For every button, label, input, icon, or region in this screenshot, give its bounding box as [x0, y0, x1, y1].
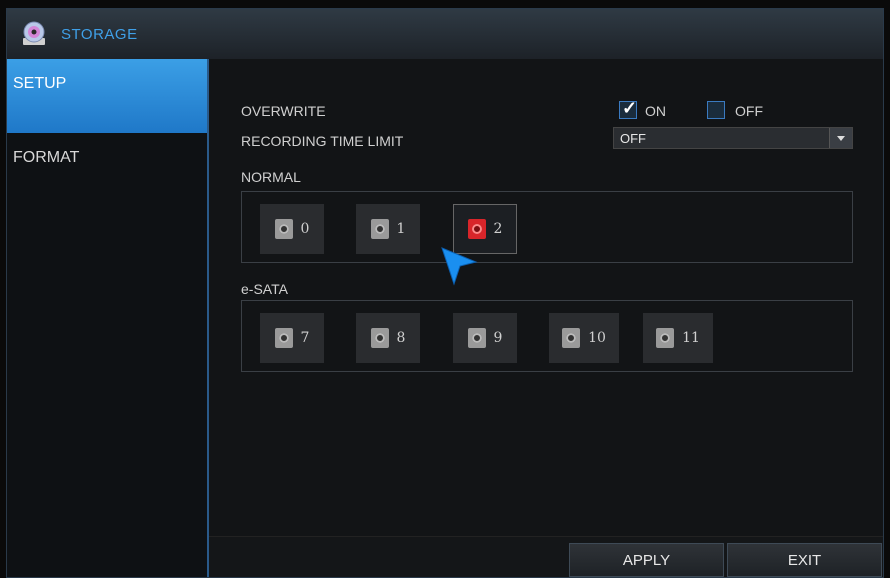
disk-10-button[interactable]: 10	[549, 313, 619, 363]
hdd-icon	[562, 328, 581, 348]
hdd-icon	[274, 328, 293, 348]
recording-time-limit-value: OFF	[620, 131, 646, 146]
disk-label: 9	[493, 330, 503, 346]
hdd-error-icon	[467, 219, 486, 239]
recording-time-limit-label: RECORDING TIME LIMIT	[241, 133, 404, 149]
overwrite-off-checkbox[interactable]	[707, 101, 725, 119]
sidebar-item-format[interactable]: FORMAT	[7, 133, 207, 207]
disk-8-button[interactable]: 8	[356, 313, 420, 363]
disk-label: 11	[682, 330, 700, 346]
overwrite-label: OVERWRITE	[241, 103, 326, 119]
storage-window: STORAGE SETUP FORMAT OVERWRITE ✓ ON OFF …	[6, 8, 884, 578]
sidebar: SETUP FORMAT	[7, 59, 209, 577]
overwrite-off-label: OFF	[735, 103, 763, 119]
disk-9-button[interactable]: 9	[453, 313, 517, 363]
disk-label: 1	[396, 221, 406, 237]
disk-1-button[interactable]: 1	[356, 204, 420, 254]
disk-0-button[interactable]: 0	[260, 204, 324, 254]
hdd-icon	[274, 219, 293, 239]
overwrite-on-label: ON	[645, 103, 666, 119]
normal-group-label: NORMAL	[241, 169, 301, 185]
hdd-icon	[370, 219, 389, 239]
storage-disc-icon	[21, 21, 47, 47]
exit-button[interactable]: EXIT	[727, 543, 882, 577]
disk-label: 0	[300, 221, 310, 237]
hdd-icon	[370, 328, 389, 348]
normal-disk-group: 0 1 2	[241, 191, 853, 263]
disk-label: 10	[588, 330, 606, 346]
esata-disk-group: 7 8 9 10 11	[241, 300, 853, 372]
checkmark-icon: ✓	[622, 98, 638, 118]
disk-label: 8	[396, 330, 406, 346]
disk-label: 2	[493, 221, 503, 237]
footer-bar: APPLY EXIT	[209, 536, 883, 577]
esata-group-label: e-SATA	[241, 281, 288, 297]
hdd-icon	[467, 328, 486, 348]
sidebar-item-setup[interactable]: SETUP	[7, 59, 207, 133]
overwrite-on-checkbox[interactable]: ✓	[619, 98, 638, 119]
mouse-pointer-icon	[441, 247, 478, 286]
disk-7-button[interactable]: 7	[260, 313, 324, 363]
window-title: STORAGE	[61, 25, 138, 43]
apply-button[interactable]: APPLY	[569, 543, 724, 577]
chevron-down-icon[interactable]	[829, 128, 852, 148]
hdd-icon	[656, 328, 675, 348]
disk-label: 7	[300, 330, 310, 346]
disk-11-button[interactable]: 11	[643, 313, 713, 363]
content-panel: OVERWRITE ✓ ON OFF RECORDING TIME LIMIT …	[209, 59, 883, 577]
recording-time-limit-select[interactable]: OFF	[613, 127, 853, 149]
title-bar: STORAGE	[7, 9, 883, 60]
